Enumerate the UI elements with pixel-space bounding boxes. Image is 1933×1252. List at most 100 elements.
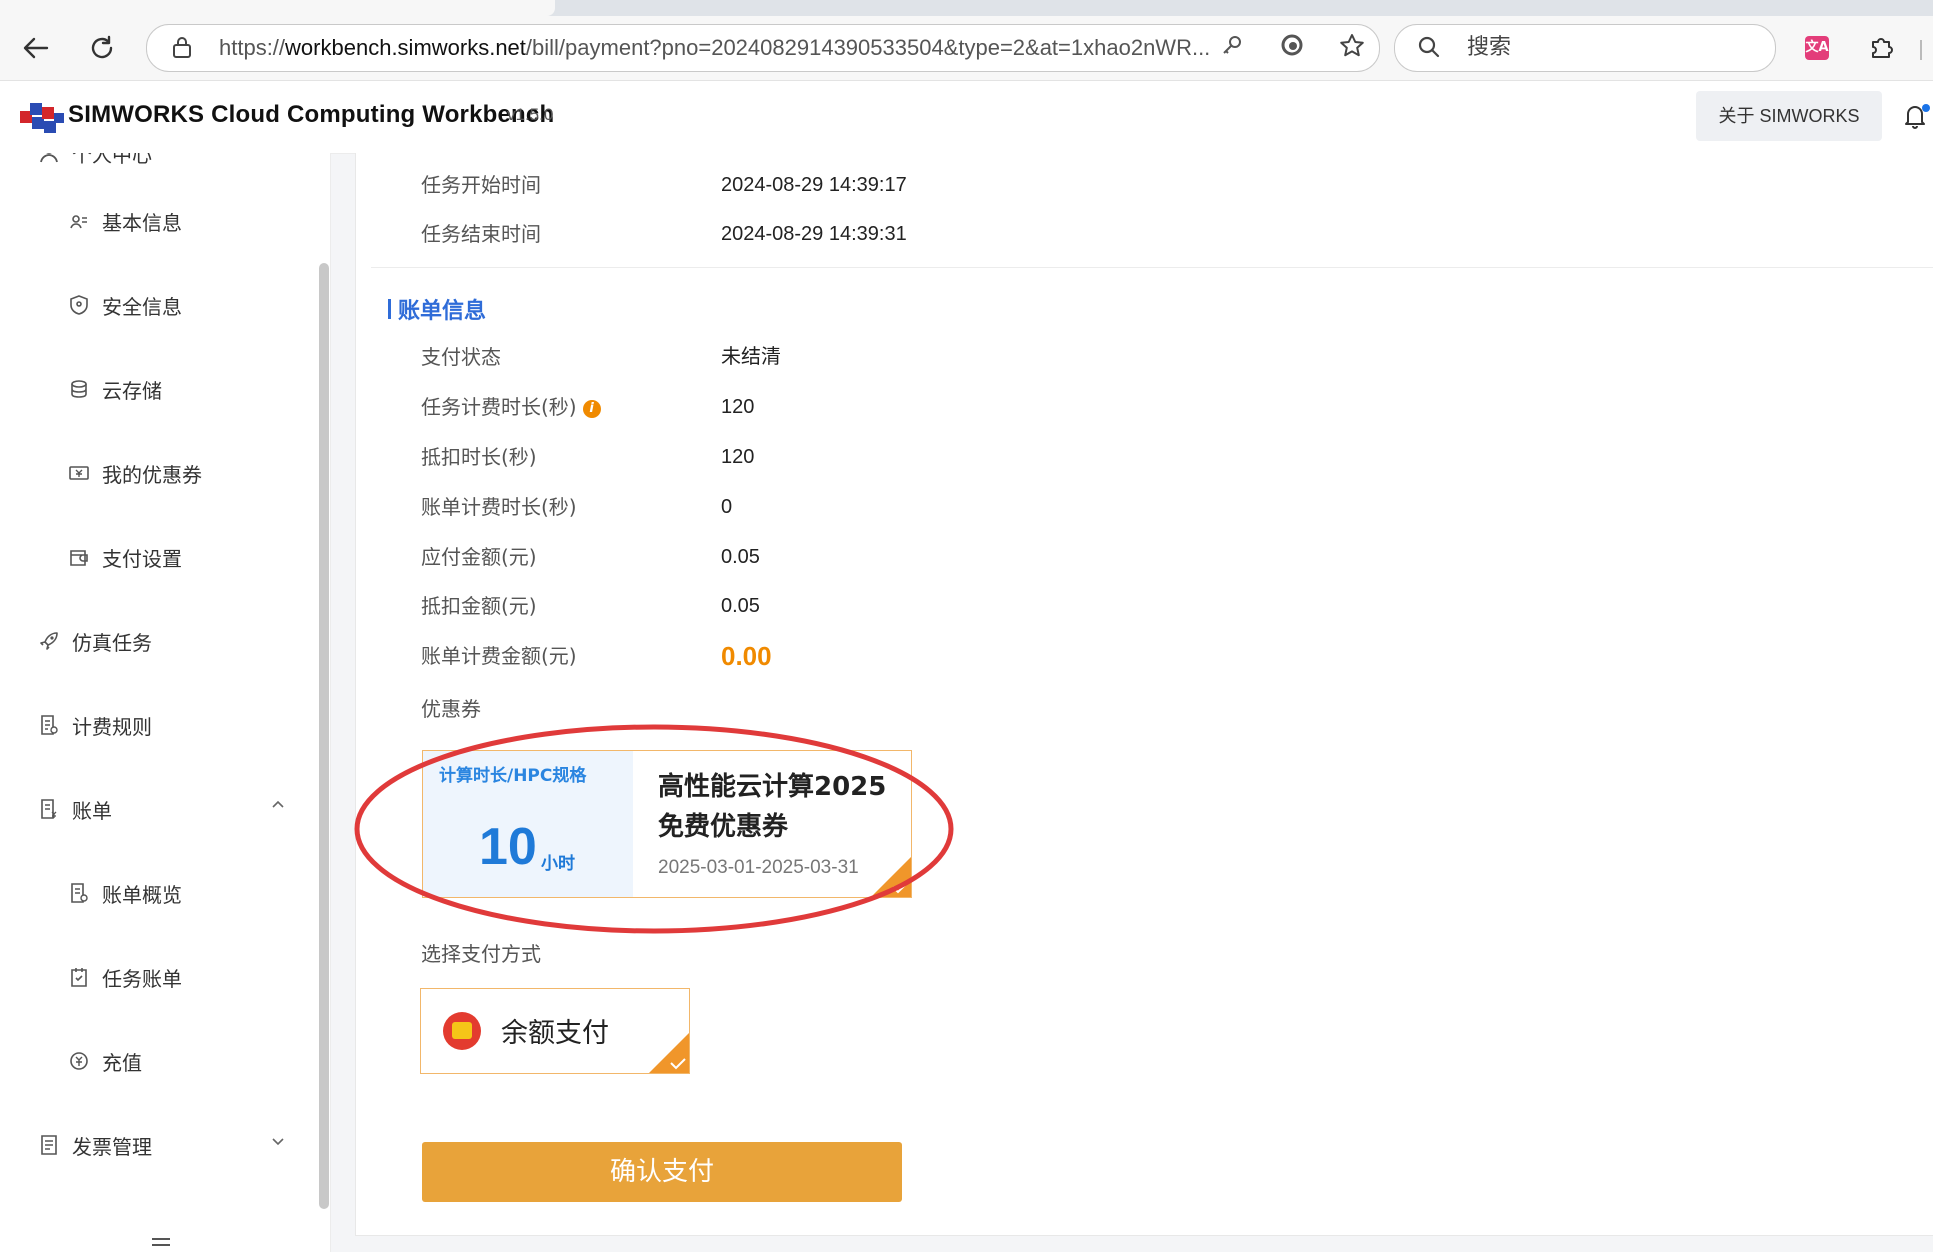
- recharge-icon: [70, 1052, 88, 1070]
- sidebar-item-task-bill[interactable]: 任务账单: [0, 947, 330, 1007]
- bill-section-title: 账单信息: [387, 293, 486, 325]
- search-icon: [1418, 36, 1440, 58]
- invoice-icon: [41, 1135, 57, 1155]
- field-value: 120: [721, 396, 755, 418]
- field-label: 账单计费金额(元): [421, 644, 577, 668]
- field-label: 选择支付方式: [421, 942, 541, 966]
- field-label: 账单计费时长(秒): [421, 495, 577, 519]
- about-button[interactable]: 关于 SIMWORKS: [1696, 91, 1882, 141]
- sidebar-item-cloud-storage[interactable]: 云存储: [0, 359, 330, 419]
- sidebar-item-bill-overview[interactable]: 账单概览: [0, 863, 330, 923]
- translate-extension-icon[interactable]: 文A: [1805, 36, 1829, 60]
- field-value: 0.05: [721, 546, 760, 568]
- balance-payment-option[interactable]: 余额支付: [420, 988, 690, 1074]
- field-value: 2024-08-29 14:39:31: [721, 223, 907, 245]
- back-button[interactable]: [14, 26, 58, 70]
- coupon-icon: [69, 466, 89, 480]
- browser-tab[interactable]: [0, 0, 555, 16]
- sidebar-item-payment-settings[interactable]: 支付设置: [0, 527, 330, 587]
- field-label: 任务开始时间: [421, 173, 541, 197]
- id-card-icon: [70, 215, 87, 229]
- sidebar-item-simulation-tasks[interactable]: 仿真任务: [0, 611, 330, 671]
- sidebar-item-security-info[interactable]: 安全信息: [0, 275, 330, 335]
- sidebar-scrollbar[interactable]: [319, 263, 329, 1209]
- wallet-icon: [443, 1012, 481, 1050]
- annotation-oval: [354, 724, 954, 934]
- field-label: 任务结束时间: [421, 222, 541, 246]
- sidebar-item-label: 计费规则: [72, 714, 152, 739]
- payment-method-label: 余额支付: [501, 1018, 609, 1049]
- bill-overview-icon: [71, 883, 88, 903]
- url-text: https://workbench.simworks.net/bill/paym…: [219, 35, 1211, 60]
- back-arrow-icon: [23, 37, 49, 59]
- notification-dot: [1922, 104, 1930, 112]
- search-placeholder: 搜索: [1467, 35, 1512, 60]
- chevron-down-icon: [272, 1138, 284, 1146]
- simworks-logo-icon: [20, 103, 64, 133]
- document-icon: [41, 715, 58, 735]
- sidebar-item-bill[interactable]: 账单: [0, 779, 330, 839]
- payment-panel: 任务开始时间 2024-08-29 14:39:17 任务结束时间 2024-0…: [354, 153, 1933, 1236]
- sidebar-item-label: 仿真任务: [72, 630, 152, 655]
- sidebar-item-label: 我的优惠券: [102, 462, 202, 487]
- sidebar-item-label: 任务账单: [102, 966, 182, 991]
- browser-tab-strip: [0, 0, 1933, 16]
- sidebar-item-label: 发票管理: [72, 1134, 152, 1159]
- lock-icon: [173, 37, 191, 58]
- field-value: 0.05: [721, 595, 760, 617]
- shield-icon: [70, 295, 88, 315]
- sidebar-item-label: 账单概览: [102, 882, 182, 907]
- edge-extension-icon[interactable]: [1277, 33, 1307, 63]
- app-header: SIMWORKS Cloud Computing Workbench v1.5.…: [0, 81, 1933, 154]
- field-label: 任务计费时长(秒) i: [421, 392, 601, 422]
- version-label: v1.5.0: [507, 105, 554, 124]
- sidebar-item-personal-center[interactable]: 个人中心: [0, 153, 330, 183]
- sidebar-item-invoice-management[interactable]: 发票管理: [0, 1115, 330, 1175]
- sidebar-item-label: 基本信息: [102, 210, 182, 235]
- key-icon[interactable]: [1217, 33, 1247, 63]
- sidebar-item-label: 云存储: [102, 378, 162, 403]
- brand-title: SIMWORKS Cloud Computing Workbench: [68, 101, 555, 128]
- browser-search-box[interactable]: 搜索: [1394, 24, 1776, 72]
- address-bar[interactable]: https://workbench.simworks.net/bill/paym…: [146, 24, 1380, 72]
- selected-check-icon: [649, 1033, 689, 1073]
- sidebar: 个人中心 基本信息 安全信息 云存储 我的优惠券 支付设置 仿真任务 计费规则 …: [0, 153, 331, 1252]
- sidebar-item-label: 支付设置: [102, 546, 182, 571]
- field-label: 支付状态: [421, 345, 501, 369]
- field-value: 2024-08-29 14:39:17: [721, 174, 907, 196]
- sidebar-item-label: 个人中心: [72, 153, 152, 167]
- sidebar-item-billing-rules[interactable]: 计费规则: [0, 695, 330, 755]
- bill-amount-value: 0.00: [721, 641, 772, 671]
- favorite-star-icon[interactable]: [1337, 33, 1367, 63]
- bill-icon: [41, 799, 57, 819]
- sidebar-item-label: 充值: [102, 1050, 142, 1075]
- field-label: 抵扣时长(秒): [421, 445, 537, 469]
- chevron-up-icon: [272, 800, 284, 808]
- section-divider: [371, 267, 1933, 268]
- sidebar-item-recharge[interactable]: 充值: [0, 1031, 330, 1091]
- extensions-puzzle-icon[interactable]: [1868, 34, 1894, 67]
- field-value: 0: [721, 496, 733, 518]
- reload-button[interactable]: [80, 26, 124, 70]
- confirm-payment-button[interactable]: 确认支付: [422, 1142, 902, 1202]
- field-label: 应付金额(元): [421, 545, 537, 569]
- field-value: 未结清: [721, 346, 781, 368]
- field-label: 抵扣金额(元): [421, 594, 537, 618]
- rocket-icon: [40, 632, 58, 650]
- sidebar-item-label: 账单: [72, 798, 112, 823]
- sidebar-item-label: 安全信息: [102, 294, 182, 319]
- chevron-up-icon: [272, 153, 284, 155]
- sidebar-item-basic-info[interactable]: 基本信息: [0, 191, 330, 251]
- toolbar-separator: [1920, 40, 1922, 60]
- task-bill-icon: [71, 968, 87, 987]
- reload-icon: [91, 35, 113, 59]
- user-icon: [40, 153, 58, 163]
- field-value: 120: [721, 446, 755, 468]
- field-label: 优惠券: [421, 697, 481, 721]
- collapse-menu-icon[interactable]: [150, 1237, 172, 1251]
- cloud-storage-icon: [71, 380, 87, 398]
- wallet-icon: [70, 550, 88, 566]
- sidebar-item-my-coupons[interactable]: 我的优惠券: [0, 443, 330, 503]
- info-icon[interactable]: i: [582, 400, 601, 418]
- browser-toolbar: https://workbench.simworks.net/bill/paym…: [0, 16, 1933, 81]
